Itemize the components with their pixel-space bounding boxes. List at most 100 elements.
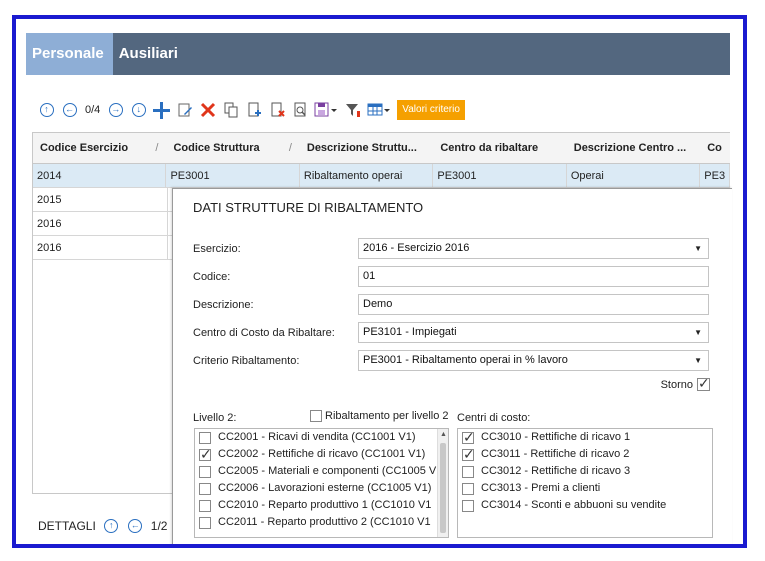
dropdown-arrow-icon: ▼ — [694, 328, 702, 337]
table-cell: 2015 — [33, 188, 168, 211]
table-cell: PE3001 — [166, 164, 300, 187]
filter-icon — [345, 104, 360, 117]
criterio-select[interactable]: PE3001 - Ribaltamento operai in % lavoro… — [358, 350, 709, 371]
list-item-checkbox[interactable] — [462, 482, 474, 495]
tab-bar: Personale Ausiliari — [26, 33, 730, 75]
centro-label: Centro di Costo da Ribaltare: — [193, 327, 335, 339]
new-document-button[interactable] — [245, 102, 262, 119]
app-frame: Personale Ausiliari ↑ ← 0/4 → ↓ Valori c… — [12, 15, 747, 548]
dialog-title: DATI STRUTTURE DI RIBALTAMENTO — [193, 200, 424, 215]
list-item-checkbox[interactable] — [199, 446, 212, 463]
valori-criterio-button[interactable]: Valori criterio — [397, 100, 465, 120]
list-item-checkbox[interactable] — [462, 499, 474, 512]
ribaltamento-livello2-checkbox[interactable] — [310, 410, 322, 422]
list-item[interactable]: CC2011 - Reparto produttivo 2 (CC1010 V1 — [195, 514, 448, 531]
list-item[interactable]: CC2005 - Materiali e componenti (CC1005 … — [195, 463, 448, 480]
list-item-checkbox[interactable] — [462, 446, 475, 463]
list-item-label: CC3012 - Rettifiche di ricavo 3 — [481, 465, 631, 477]
dettagli-pager: 1/2 — [150, 519, 168, 533]
list-item[interactable]: CC3010 - Rettifiche di ricavo 1 — [458, 429, 712, 446]
edit-button[interactable] — [176, 102, 193, 119]
arrow-up-icon: ↑ — [39, 103, 54, 117]
filter-button[interactable] — [344, 102, 361, 119]
grid-view-menu-button[interactable] — [367, 102, 391, 119]
list-item-label: CC3013 - Premi a clienti — [481, 482, 601, 494]
list-item[interactable]: CC2010 - Reparto produttivo 1 (CC1010 V1 — [195, 497, 448, 514]
list-item-label: CC3014 - Sconti e abbuoni su vendite — [481, 499, 667, 511]
storno-label: Storno — [660, 378, 693, 391]
delete-button[interactable] — [199, 102, 216, 119]
list-item-checkbox[interactable] — [462, 429, 475, 446]
list-item-checkbox[interactable] — [199, 465, 211, 478]
next-record-button[interactable]: → — [107, 102, 124, 119]
last-record-button[interactable]: ↓ — [130, 102, 147, 119]
esercizio-select[interactable]: 2016 - Esercizio 2016 ▼ — [358, 238, 709, 259]
dettagli-bar: DETTAGLI ↑ ← 1/2 — [38, 516, 167, 536]
list-item-checkbox[interactable] — [199, 499, 211, 512]
list-scrollbar[interactable]: ▲ — [437, 429, 448, 537]
codice-input[interactable]: 01 — [358, 266, 709, 287]
centri-costo-label: Centri di costo: — [457, 412, 531, 424]
livello2-list: CC2001 - Ricavi di vendita (CC1001 V1) C… — [194, 428, 449, 538]
list-item[interactable]: CC3013 - Premi a clienti — [458, 480, 712, 497]
first-record-button[interactable]: ↑ — [38, 102, 55, 119]
previous-record-button[interactable]: ← — [61, 102, 78, 119]
tab-ausiliari[interactable]: Ausiliari — [113, 33, 190, 75]
codice-value: 01 — [363, 270, 376, 282]
table-icon — [367, 103, 391, 116]
list-item-checkbox[interactable] — [199, 516, 211, 529]
edit-icon — [178, 103, 192, 117]
record-pager: 0/4 — [85, 104, 101, 116]
scroll-up-icon[interactable]: ▲ — [440, 431, 447, 438]
list-item-checkbox[interactable] — [199, 482, 211, 495]
save-menu-button[interactable] — [314, 102, 338, 119]
table-cell: PE3001 — [433, 164, 567, 187]
table-row[interactable]: 2014 PE3001 Ribaltamento operai PE3001 O… — [33, 164, 730, 188]
descrizione-label: Descrizione: — [193, 299, 254, 311]
list-item-checkbox[interactable] — [199, 431, 211, 444]
search-document-icon — [294, 102, 306, 117]
column-header[interactable]: Co — [700, 133, 730, 163]
table-cell: Ribaltamento operai — [300, 164, 434, 187]
table-cell: 2014 — [33, 164, 167, 187]
dettagli-label: DETTAGLI — [38, 519, 96, 533]
column-header[interactable]: Codice Struttura / — [166, 133, 299, 163]
toolbar: ↑ ← 0/4 → ↓ Valori criterio — [38, 99, 465, 121]
list-item[interactable]: CC3014 - Sconti e abbuoni su vendite — [458, 497, 712, 514]
column-header[interactable]: Codice Esercizio / — [33, 133, 166, 163]
remove-document-button[interactable] — [268, 102, 285, 119]
add-button[interactable] — [153, 101, 171, 119]
delete-x-icon — [200, 102, 215, 118]
scrollbar-thumb[interactable] — [440, 443, 446, 533]
livello2-label: Livello 2: — [193, 412, 237, 424]
grid-header: Codice Esercizio / Codice Struttura / Desc… — [33, 133, 730, 164]
list-item[interactable]: CC2006 - Lavorazioni esterne (CC1005 V1) — [195, 480, 448, 497]
storno-row: Storno — [660, 375, 710, 392]
codice-label: Codice: — [193, 271, 231, 283]
copy-button[interactable] — [222, 102, 239, 119]
list-item[interactable]: CC3011 - Rettifiche di ricavo 2 — [458, 446, 712, 463]
new-document-icon — [248, 102, 261, 117]
dettagli-previous-button[interactable]: ← — [127, 518, 144, 535]
centro-select[interactable]: PE3101 - Impiegati ▼ — [358, 322, 709, 343]
list-item[interactable]: CC2002 - Rettifiche di ricavo (CC1001 V1… — [195, 446, 448, 463]
arrow-right-icon: → — [108, 103, 123, 117]
arrow-up-icon: ↑ — [104, 519, 119, 533]
storno-checkbox[interactable] — [697, 375, 710, 392]
search-document-button[interactable] — [291, 102, 308, 119]
save-icon — [314, 102, 338, 117]
strutture-dialog: DATI STRUTTURE DI RIBALTAMENTO Esercizio… — [172, 188, 732, 544]
column-header[interactable]: Centro da ribaltare — [433, 133, 566, 163]
list-item[interactable]: CC2001 - Ricavi di vendita (CC1001 V1) — [195, 429, 448, 446]
list-item[interactable]: CC3012 - Rettifiche di ricavo 3 — [458, 463, 712, 480]
table-cell: 2016 — [33, 212, 168, 235]
dettagli-first-button[interactable]: ↑ — [103, 518, 120, 535]
arrow-left-icon: ← — [62, 103, 77, 117]
column-header[interactable]: Descrizione Struttu... — [300, 133, 433, 163]
tab-personale[interactable]: Personale — [26, 33, 113, 75]
descrizione-input[interactable]: Demo — [358, 294, 709, 315]
list-item-label: CC3011 - Rettifiche di ricavo 2 — [481, 448, 630, 460]
arrow-down-icon: ↓ — [131, 103, 146, 117]
list-item-checkbox[interactable] — [462, 465, 474, 478]
column-header[interactable]: Descrizione Centro ... — [567, 133, 700, 163]
